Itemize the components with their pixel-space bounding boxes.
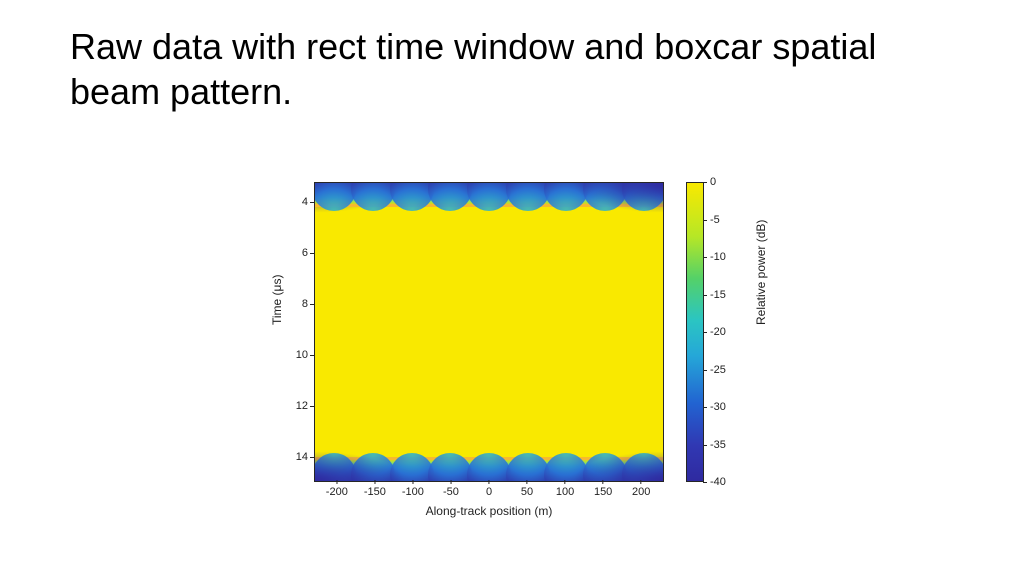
x-tick: -150 xyxy=(364,486,386,498)
y-tick: 12 xyxy=(254,400,308,412)
x-tick: 0 xyxy=(486,486,492,498)
x-tick: 150 xyxy=(594,486,612,498)
y-tick: 6 xyxy=(254,247,308,259)
colorbar-tick: -30 xyxy=(710,401,726,413)
x-tick: 50 xyxy=(521,486,533,498)
colorbar-tick: 0 xyxy=(710,176,716,188)
y-axis-label: Time (μs) xyxy=(270,275,284,325)
colorbar-tick: -10 xyxy=(710,251,726,263)
slide-title: Raw data with rect time window and boxca… xyxy=(70,24,950,114)
x-tick: 100 xyxy=(556,486,574,498)
y-tick: 4 xyxy=(254,196,308,208)
colorbar xyxy=(686,182,704,482)
colorbar-tick: -35 xyxy=(710,439,726,451)
x-axis-label: Along-track position (m) xyxy=(314,504,664,518)
x-tick: -200 xyxy=(326,486,348,498)
colorbar-label: Relative power (dB) xyxy=(754,220,768,325)
corner-shade xyxy=(315,451,405,481)
x-tick: -50 xyxy=(443,486,459,498)
x-tick: 200 xyxy=(632,486,650,498)
colorbar-tick: -20 xyxy=(710,326,726,338)
colorbar-tick: -40 xyxy=(710,476,726,488)
x-tick: -100 xyxy=(402,486,424,498)
colorbar-tick: -25 xyxy=(710,364,726,376)
y-tick: 14 xyxy=(254,451,308,463)
corner-shade xyxy=(573,451,663,481)
colorbar-tick: -5 xyxy=(710,214,720,226)
y-tick: 10 xyxy=(254,349,308,361)
top-sidelobes xyxy=(315,183,663,205)
heatmap-plot xyxy=(314,182,664,482)
slide: Raw data with rect time window and boxca… xyxy=(0,0,1024,576)
colorbar-tick: -15 xyxy=(710,289,726,301)
figure: 468101214 Time (μs) -200-150-100-5005010… xyxy=(254,172,774,532)
